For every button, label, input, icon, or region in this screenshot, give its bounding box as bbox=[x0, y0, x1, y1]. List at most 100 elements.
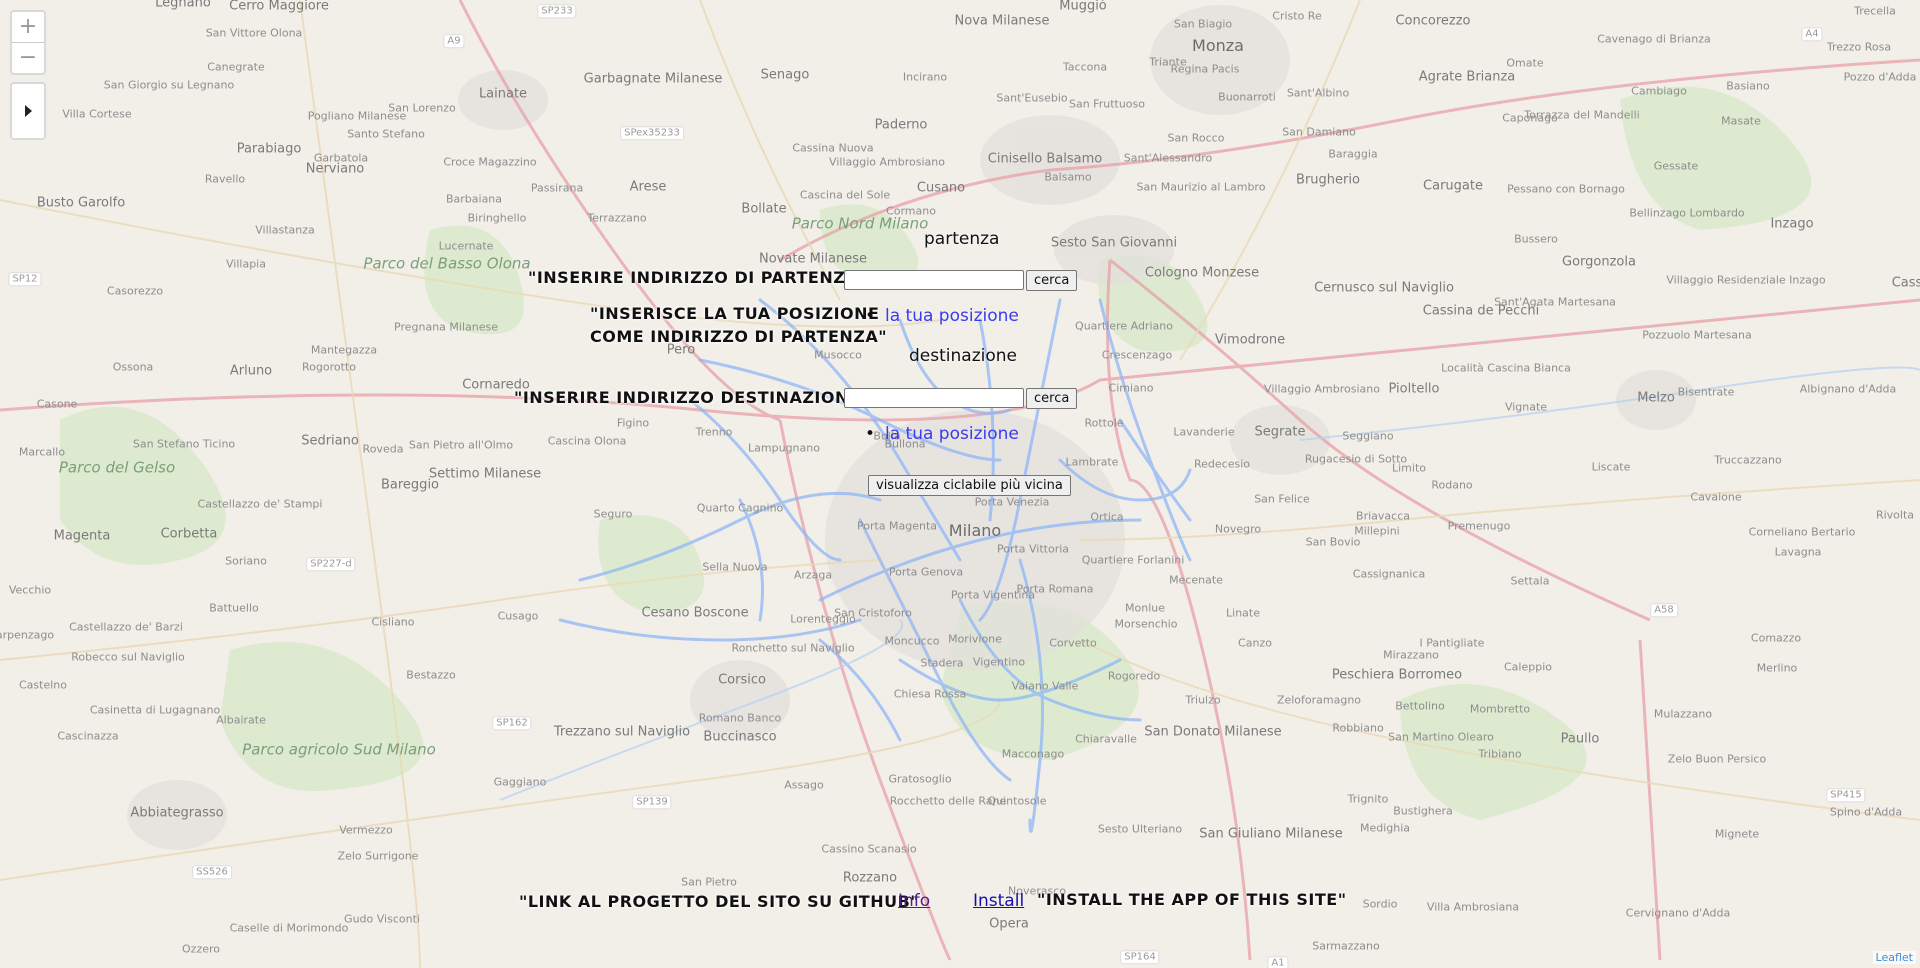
place-label: Settimo Milanese bbox=[428, 466, 542, 482]
place-label: San Fruttuoso bbox=[1068, 97, 1146, 111]
place-label: San Bovio bbox=[1305, 535, 1361, 549]
place-label: Cass bbox=[1891, 275, 1920, 291]
place-label: Sella Nuova bbox=[702, 560, 768, 574]
place-label: Zelo Surrigone bbox=[337, 849, 419, 863]
zoom-in-button[interactable]: + bbox=[12, 12, 44, 42]
place-label: Ravello bbox=[204, 172, 246, 186]
map-attribution[interactable]: Leaflet bbox=[1872, 951, 1916, 964]
place-label: Villapia bbox=[226, 257, 266, 271]
start-search-button[interactable]: cerca bbox=[1026, 270, 1078, 291]
install-link[interactable]: Install bbox=[973, 891, 1024, 911]
place-label: Rivolta bbox=[1875, 508, 1915, 522]
place-label: Magenta bbox=[53, 528, 111, 544]
place-label: San Stefano Ticino bbox=[132, 437, 236, 451]
place-label: Bareggio bbox=[380, 477, 440, 493]
place-label: Passirana bbox=[530, 181, 584, 195]
place-label: Parco agricolo Sud Milano bbox=[242, 740, 436, 759]
destination-search-button[interactable]: cerca bbox=[1026, 388, 1078, 409]
nearest-bike-lane-button[interactable]: visualizza ciclabile più vicina bbox=[868, 475, 1071, 496]
road-shield: SP415 bbox=[1826, 788, 1866, 802]
place-label: Opera bbox=[989, 916, 1029, 932]
place-label: San Martino Olearo bbox=[1388, 730, 1494, 744]
place-label: Gaggiano bbox=[493, 775, 547, 789]
place-label: Paderno bbox=[874, 117, 928, 133]
place-label: Crescenzago bbox=[1101, 348, 1173, 362]
place-label: Robecco sul Naviglio bbox=[71, 650, 185, 664]
place-label: Bisentrate bbox=[1677, 385, 1735, 399]
place-label: San Felice bbox=[1254, 492, 1310, 506]
place-label: Località Cascina Bianca bbox=[1441, 361, 1571, 375]
place-label: Castellazzo de' Barzi bbox=[69, 620, 183, 634]
road-shield: SP227-d bbox=[306, 557, 356, 571]
place-label: Segrate bbox=[1254, 424, 1306, 440]
place-label: Croce Magazzino bbox=[443, 155, 537, 169]
start-your-position-link[interactable]: la tua posizione bbox=[865, 306, 1019, 326]
place-label: Parco del Gelso bbox=[58, 458, 176, 477]
place-label: Villaggio Residenziale Inzago bbox=[1666, 273, 1826, 287]
place-label: Cavenago di Brianza bbox=[1597, 32, 1711, 46]
place-label: Trecella bbox=[1854, 4, 1896, 18]
place-label: Mecenate bbox=[1169, 573, 1223, 587]
place-label: Bettolino bbox=[1395, 699, 1445, 713]
destination-heading: destinazione bbox=[909, 346, 1017, 366]
place-label: Bollate bbox=[741, 201, 787, 217]
place-label: arpenzago bbox=[0, 628, 55, 642]
destination-address-input[interactable] bbox=[844, 388, 1024, 408]
destination-your-position-link[interactable]: la tua posizione bbox=[865, 424, 1019, 444]
place-label: San Pietro bbox=[681, 875, 737, 889]
place-label: Bellinzago Lombardo bbox=[1629, 206, 1745, 220]
place-label: Cimiano bbox=[1108, 381, 1154, 395]
place-label: San Donato Milanese bbox=[1144, 724, 1282, 740]
place-label: Villa Cortese bbox=[62, 107, 132, 121]
place-label: San Giuliano Milanese bbox=[1199, 826, 1343, 842]
place-label: Spino d'Adda bbox=[1829, 805, 1903, 819]
place-label: Cascinazza bbox=[57, 729, 119, 743]
road-shield: SS526 bbox=[192, 865, 232, 879]
place-label: Baraggia bbox=[1328, 147, 1378, 161]
place-label: Villastanza bbox=[255, 223, 315, 237]
place-label: Sordio bbox=[1362, 897, 1398, 911]
place-label: Castelno bbox=[19, 678, 67, 692]
place-label: Stadera bbox=[920, 656, 964, 670]
place-label: Trezzano sul Naviglio bbox=[553, 724, 691, 740]
place-label: Cristo Re bbox=[1272, 9, 1322, 23]
place-label: Caleppio bbox=[1504, 660, 1552, 674]
place-label: Albignano d'Adda bbox=[1799, 382, 1897, 396]
destination-address-label: "INSERIRE INDIRIZZO DESTINAZIONE" bbox=[514, 388, 870, 407]
place-label: Porta Genova bbox=[888, 565, 964, 579]
place-label: Pozzuolo Martesana bbox=[1642, 328, 1752, 342]
road-shield: A4 bbox=[1801, 27, 1823, 41]
place-label: Limito bbox=[1392, 461, 1426, 475]
place-label: Trignito bbox=[1347, 792, 1389, 806]
place-label: Zeloforamagno bbox=[1276, 693, 1362, 707]
place-label: Melzo bbox=[1637, 390, 1675, 406]
place-label: San Giorgio su Legnano bbox=[103, 78, 235, 92]
place-label: Moncucco bbox=[884, 634, 940, 648]
place-label: Casone bbox=[36, 397, 78, 411]
place-label: Buonarroti bbox=[1218, 90, 1276, 104]
place-label: Caselle di Morimondo bbox=[229, 921, 349, 935]
start-address-input[interactable] bbox=[844, 270, 1024, 290]
place-label: Arese bbox=[629, 179, 667, 195]
road-shield: SP12 bbox=[8, 272, 42, 286]
place-label: Quintosole bbox=[987, 794, 1047, 808]
road-shield: SP164 bbox=[1120, 950, 1160, 964]
zoom-out-button[interactable]: − bbox=[12, 42, 44, 73]
place-label: Inzago bbox=[1770, 216, 1814, 232]
place-label: Cassignanica bbox=[1352, 567, 1426, 581]
place-label: Basiano bbox=[1726, 79, 1770, 93]
place-label: Novegro bbox=[1214, 522, 1262, 536]
place-label: Masate bbox=[1721, 114, 1761, 128]
place-label: Figino bbox=[616, 416, 650, 430]
info-link[interactable]: Info bbox=[898, 891, 930, 911]
place-label: Lavanderie bbox=[1173, 425, 1235, 439]
sidebar-toggle-button[interactable] bbox=[10, 82, 46, 140]
place-label: Abbiategrasso bbox=[130, 805, 224, 821]
place-label: San Maurizio al Lambro bbox=[1136, 180, 1266, 194]
place-label: Monza bbox=[1192, 35, 1244, 55]
place-label: Gudo Visconti bbox=[344, 912, 420, 926]
place-label: Soriano bbox=[225, 554, 267, 568]
place-label: Carugate bbox=[1423, 178, 1483, 194]
start-position-label-line2: COME INDIRIZZO DI PARTENZA" bbox=[590, 327, 888, 346]
place-label: Vimodrone bbox=[1214, 332, 1286, 348]
